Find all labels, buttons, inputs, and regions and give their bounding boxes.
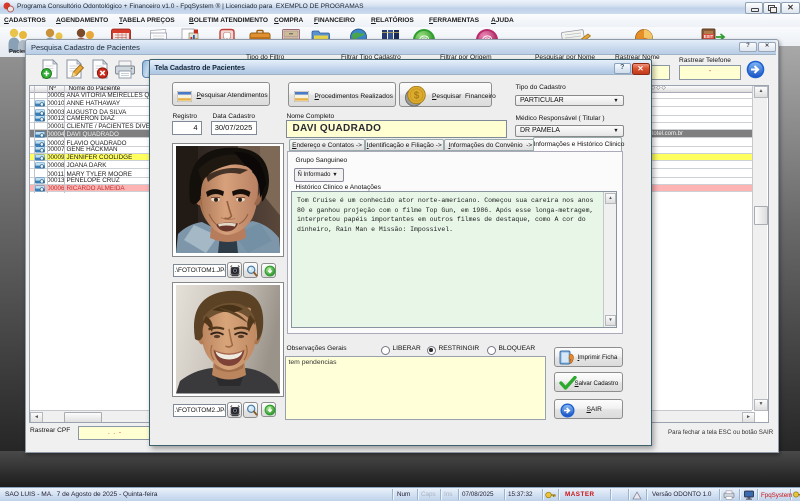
svg-text:$: $ <box>414 91 420 102</box>
